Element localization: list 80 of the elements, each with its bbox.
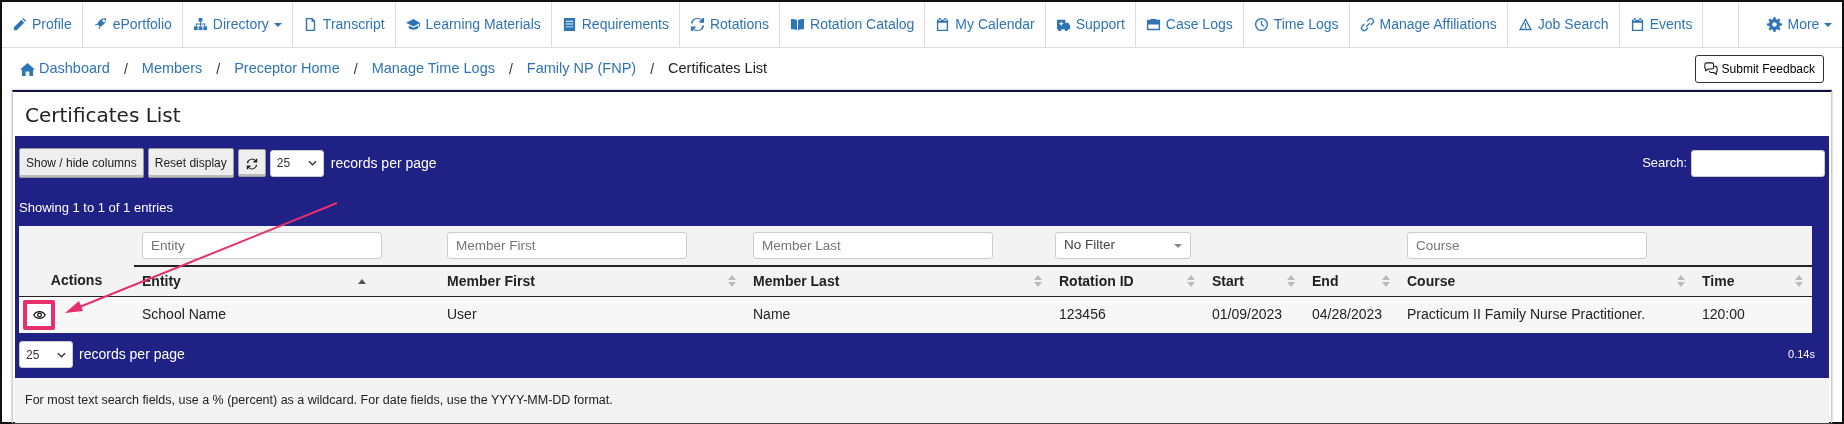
entries-info: Showing 1 to 1 of 1 entries bbox=[19, 199, 173, 217]
help-note: For most text search fields, use a % (percent) as a wildcard. For date fields, use the YYYY-MM-DD format. bbox=[15, 378, 1829, 423]
nav-link[interactable]: ePortfolio bbox=[82, 2, 183, 47]
breadcrumb-link[interactable]: Manage Time Logs bbox=[371, 58, 495, 80]
table-cell: 120:00 bbox=[1702, 306, 1745, 323]
refresh-icon bbox=[245, 157, 258, 170]
search-field[interactable] bbox=[1691, 149, 1825, 177]
toolbar-button[interactable]: Reset display bbox=[147, 148, 234, 178]
submit-feedback-button[interactable]: Submit Feedback bbox=[1694, 55, 1824, 83]
column-header[interactable]: Entity bbox=[142, 270, 181, 292]
sitemap-icon bbox=[192, 17, 208, 32]
nav-link[interactable]: Time Logs bbox=[1243, 2, 1350, 47]
pencil-icon bbox=[12, 17, 27, 32]
column-header[interactable]: Course bbox=[1407, 270, 1456, 292]
breadcrumb-link[interactable]: Members bbox=[141, 58, 203, 80]
eye-icon bbox=[32, 309, 46, 320]
view-button[interactable] bbox=[23, 299, 55, 330]
card-title: Certificates List bbox=[24, 102, 182, 129]
refresh-icon bbox=[689, 17, 705, 32]
timing-label: 0.14s bbox=[1788, 347, 1815, 363]
home-icon bbox=[20, 61, 35, 77]
breadcrumb-current: Certificates List bbox=[668, 59, 768, 79]
nav-link[interactable]: Case Logs bbox=[1135, 2, 1244, 47]
nav-link[interactable]: Transcript bbox=[292, 2, 396, 47]
filter-field[interactable]: Member Last bbox=[753, 232, 993, 259]
filter-select[interactable]: No Filter bbox=[1055, 232, 1191, 259]
calendar-icon bbox=[1629, 17, 1645, 32]
table-cell: 04/28/2023 bbox=[1312, 306, 1383, 323]
briefcase-icon bbox=[1145, 17, 1161, 32]
breadcrumb-link[interactable]: Preceptor Home bbox=[234, 58, 340, 80]
breadcrumb-divider: / bbox=[508, 59, 513, 79]
chevron-down-icon bbox=[307, 160, 317, 166]
breadcrumb-link[interactable]: Family NP (FNP) bbox=[526, 58, 637, 80]
nav-link[interactable]: Directory bbox=[182, 2, 293, 47]
gear-icon bbox=[1767, 17, 1783, 32]
nav-link[interactable]: Requirements bbox=[551, 2, 680, 47]
filter-field[interactable]: Entity bbox=[142, 232, 382, 259]
table-cell: 01/09/2023 bbox=[1212, 306, 1283, 323]
nav-link[interactable]: Support bbox=[1045, 2, 1136, 47]
filter-field[interactable]: Member First bbox=[447, 232, 687, 259]
breadcrumb-divider: / bbox=[123, 59, 128, 79]
table-cell: 123456 bbox=[1059, 306, 1106, 323]
warning-icon bbox=[1517, 17, 1533, 32]
page-size-select[interactable]: 25 bbox=[269, 149, 324, 177]
nav-link[interactable]: More bbox=[1739, 2, 1844, 47]
breadcrumb-link[interactable]: Dashboard bbox=[20, 58, 110, 80]
breadcrumb-divider: / bbox=[650, 59, 655, 79]
nav-link[interactable]: Rotation Catalog bbox=[780, 2, 926, 47]
breadcrumb-divider: / bbox=[353, 59, 358, 79]
link-icon bbox=[1359, 17, 1375, 32]
rocket-icon bbox=[92, 17, 108, 32]
nav-link[interactable]: Profile bbox=[2, 2, 83, 47]
list-icon bbox=[561, 17, 577, 32]
graduation-cap-icon bbox=[405, 17, 421, 32]
nav-link[interactable]: Manage Affiliations bbox=[1349, 2, 1508, 47]
table-cell: Practicum II Family Nurse Practitioner. bbox=[1407, 306, 1646, 323]
table-cell: Name bbox=[753, 306, 791, 323]
clock-icon bbox=[1253, 17, 1269, 32]
nav-link[interactable]: Job Search bbox=[1507, 2, 1620, 47]
table-cell: School Name bbox=[142, 306, 227, 323]
filter-field[interactable]: Course bbox=[1407, 232, 1647, 259]
nav-link[interactable]: Rotations bbox=[679, 2, 781, 47]
table-cell: User bbox=[447, 306, 477, 323]
nav-link[interactable]: Learning Materials bbox=[395, 2, 552, 47]
toolbar-button[interactable]: Show / hide columns bbox=[19, 148, 144, 178]
caret-icon bbox=[1174, 243, 1182, 248]
ambulance-icon bbox=[1055, 17, 1071, 32]
calendar-icon bbox=[935, 17, 951, 32]
chevron-down-icon bbox=[57, 351, 66, 358]
chat-icon bbox=[1703, 62, 1718, 76]
records-per-page-label: records per page bbox=[330, 153, 437, 173]
records-per-page-label: records per page bbox=[79, 345, 185, 364]
nav-link[interactable]: My Calendar bbox=[925, 2, 1046, 47]
refresh-button[interactable] bbox=[237, 149, 266, 177]
nav-link[interactable]: Events bbox=[1619, 2, 1704, 47]
book-icon bbox=[790, 17, 806, 32]
page-size-select[interactable]: 25 bbox=[19, 341, 73, 368]
column-header: Actions bbox=[50, 272, 103, 289]
search-label: Search: bbox=[1642, 154, 1687, 173]
breadcrumb-divider: / bbox=[216, 59, 221, 79]
